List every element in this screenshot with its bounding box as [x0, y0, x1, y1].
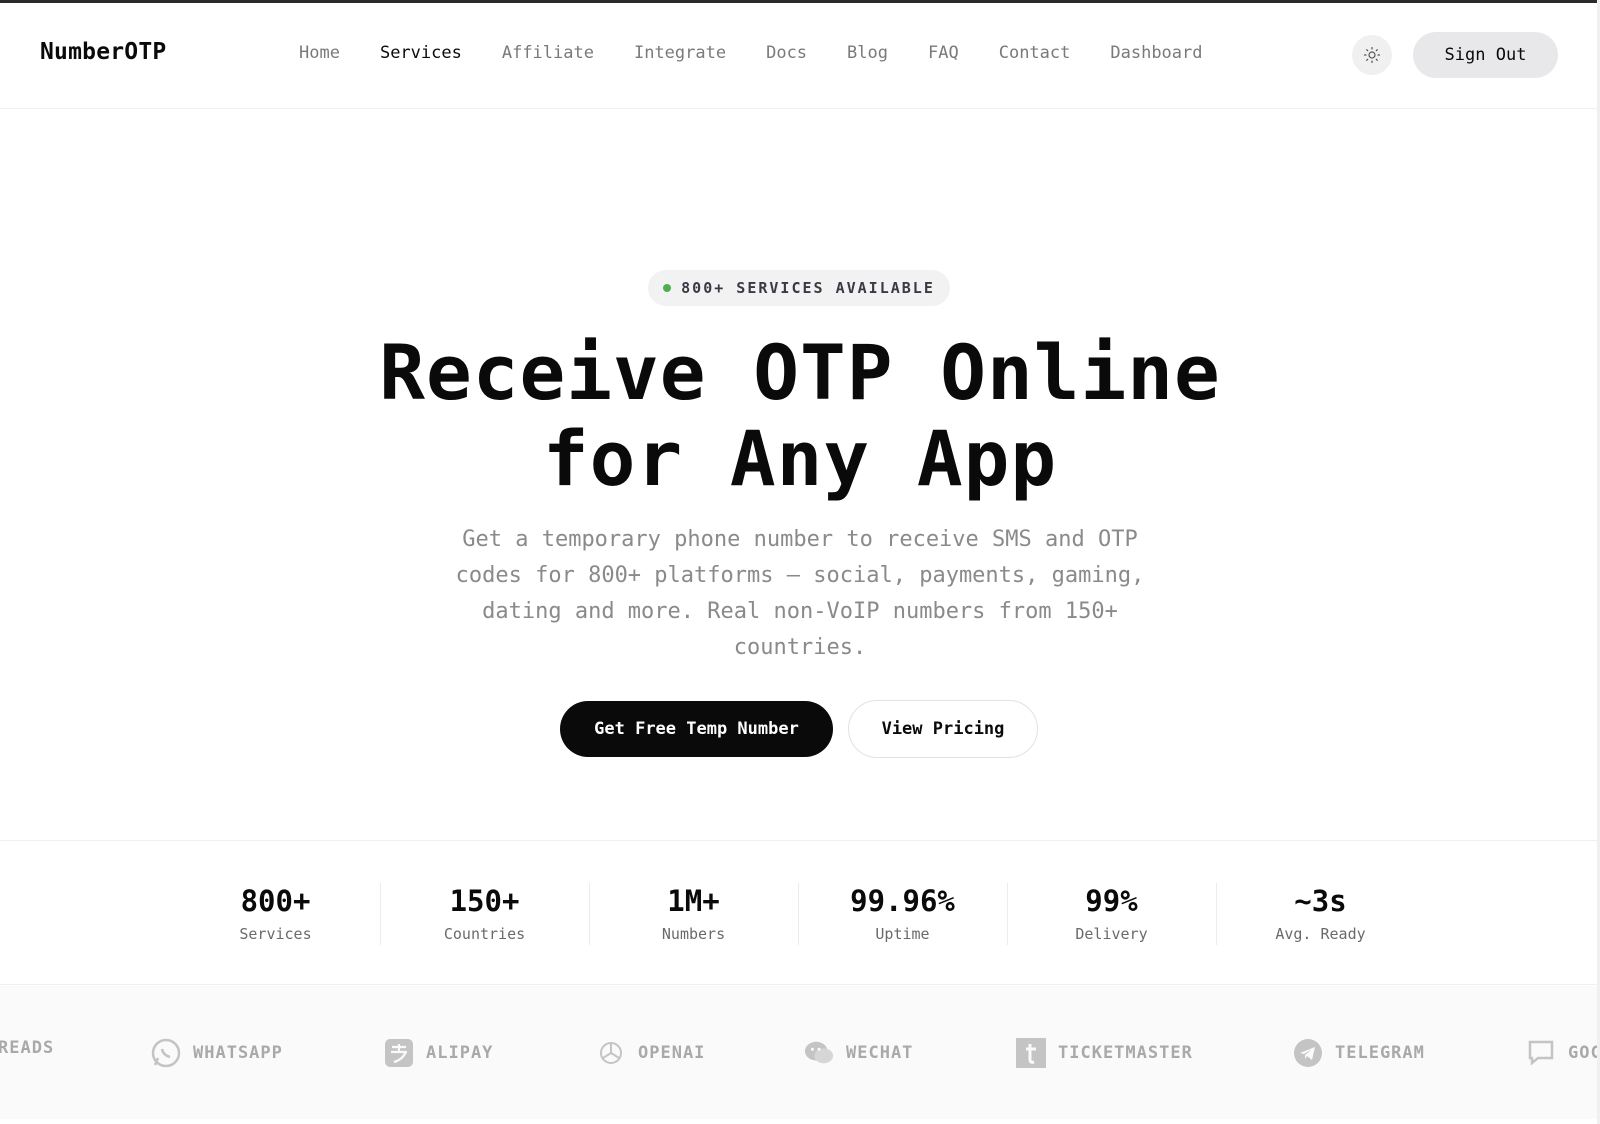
openai-icon [596, 1038, 626, 1068]
stat-label: Countries [443, 925, 526, 943]
nav-item-contact[interactable]: Contact [999, 43, 1071, 63]
brand-label: ALIPAY [426, 1043, 494, 1063]
stat-delivery: 99% Delivery [1007, 883, 1216, 943]
ticketmaster-icon [1016, 1038, 1046, 1068]
stat-value: 99% [1085, 884, 1138, 918]
hero-subtitle: Get a temporary phone number to receive … [455, 527, 1145, 660]
stat-label: Uptime [875, 925, 930, 943]
brand-whatsapp: WHATSAPP [151, 1038, 283, 1068]
brand-label: GOC [1568, 1043, 1600, 1063]
brand-label: TICKETMASTER [1058, 1043, 1193, 1063]
stat-value: 1M+ [667, 884, 720, 918]
stat-numbers: 1M+ Numbers [589, 883, 798, 943]
stat-label: Numbers [661, 925, 726, 943]
brand-threads: READS [0, 1038, 54, 1058]
theme-toggle-button[interactable] [1352, 35, 1392, 75]
brand-label: WHATSAPP [193, 1043, 283, 1063]
nav-item-home[interactable]: Home [299, 43, 340, 63]
stat-countries: 150+ Countries [380, 883, 589, 943]
main-nav: Home Services Affiliate Integrate Docs B… [299, 43, 1243, 63]
brand-label: WECHAT [846, 1043, 914, 1063]
badge-label: 800+ SERVICES AVAILABLE [681, 279, 935, 297]
stat-label: Services [239, 925, 312, 943]
sign-out-button[interactable]: Sign Out [1413, 32, 1558, 78]
nav-item-faq[interactable]: FAQ [928, 43, 959, 63]
brand-google-chat: GOC [1526, 1038, 1600, 1068]
brand-ticketmaster: TICKETMASTER [1016, 1038, 1193, 1068]
google-chat-icon [1526, 1038, 1556, 1068]
alipay-icon [384, 1038, 414, 1068]
stat-value: 99.96% [850, 884, 955, 918]
telegram-icon [1293, 1038, 1323, 1068]
stat-label: Avg. Ready [1275, 925, 1366, 943]
nav-item-dashboard[interactable]: Dashboard [1110, 43, 1202, 63]
view-pricing-button[interactable]: View Pricing [848, 700, 1038, 758]
site-header: NumberOTP Home Services Affiliate Integr… [0, 3, 1600, 109]
get-free-number-button[interactable]: Get Free Temp Number [560, 701, 833, 757]
status-dot-icon [663, 284, 672, 292]
headline-line-1: Receive OTP Online [379, 328, 1221, 417]
brand-alipay: ALIPAY [384, 1038, 493, 1068]
stat-avg-ready: ~3s Avg. Ready [1216, 883, 1425, 943]
brand-wechat: WECHAT [804, 1038, 913, 1068]
brand-telegram: TELEGRAM [1293, 1038, 1425, 1068]
nav-item-services[interactable]: Services [380, 43, 462, 63]
nav-item-integrate[interactable]: Integrate [634, 43, 726, 63]
stat-label: Delivery [1075, 925, 1148, 943]
services-badge: 800+ SERVICES AVAILABLE [648, 270, 950, 306]
sun-icon [1363, 46, 1381, 64]
brand-marquee: READS WHATSAPP ALIPAY OPENAI WECHAT TICK… [0, 986, 1600, 1119]
brand-openai: OPENAI [596, 1038, 705, 1068]
stat-value: 150+ [449, 884, 520, 918]
nav-item-blog[interactable]: Blog [847, 43, 888, 63]
nav-item-affiliate[interactable]: Affiliate [502, 43, 594, 63]
wechat-icon [804, 1038, 834, 1068]
stat-value: ~3s [1294, 884, 1347, 918]
logo[interactable]: NumberOTP [40, 39, 166, 65]
hero-headline: Receive OTP Online for Any App [300, 330, 1300, 502]
whatsapp-icon [151, 1038, 181, 1068]
brand-label: TELEGRAM [1335, 1043, 1425, 1063]
nav-item-docs[interactable]: Docs [766, 43, 807, 63]
stats-bar: 800+ Services 150+ Countries 1M+ Numbers… [0, 840, 1600, 985]
brand-label: OPENAI [638, 1043, 706, 1063]
stat-value: 800+ [240, 884, 311, 918]
brand-label: READS [0, 1038, 55, 1058]
stat-uptime: 99.96% Uptime [798, 883, 1007, 943]
stat-services: 800+ Services [171, 883, 380, 943]
headline-line-2: for Any App [542, 414, 1058, 503]
